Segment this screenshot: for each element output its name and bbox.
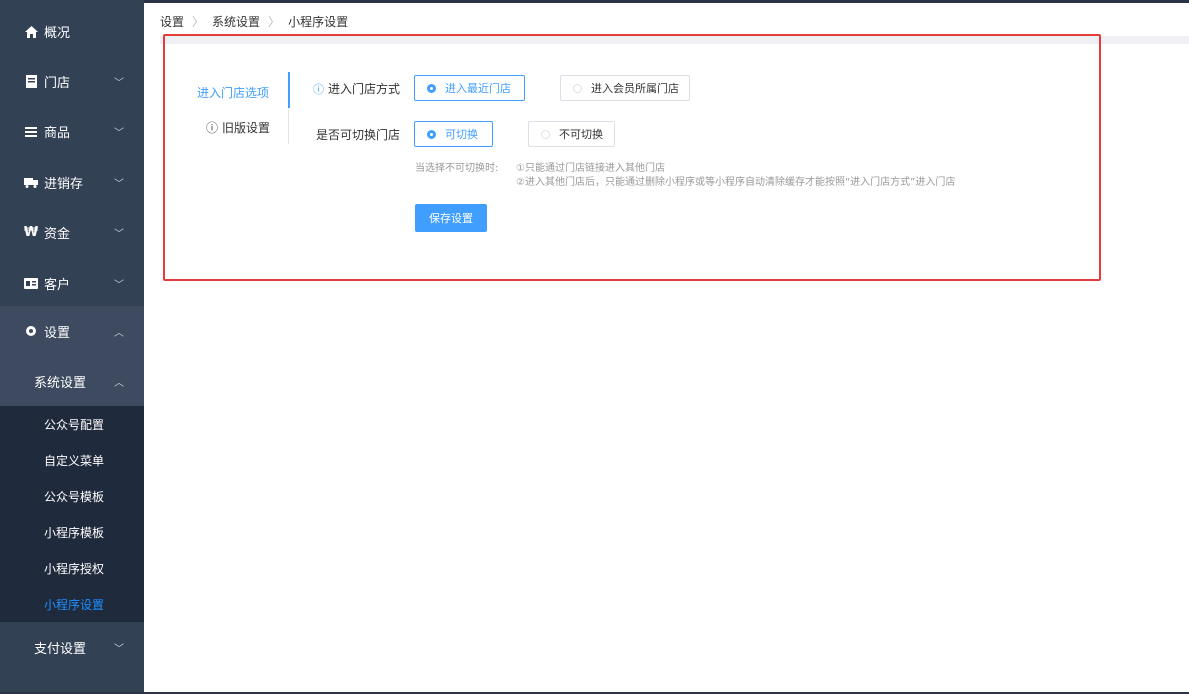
sidebar-item-store[interactable]: 门店 ﹀ [0, 56, 144, 107]
radio-checked-icon [427, 129, 436, 139]
switch-store-label: 是否可切换门店 [316, 128, 401, 142]
radio-unchecked-icon [541, 129, 550, 139]
chevron-down-icon: ﹀ [114, 78, 124, 89]
submenu-item-custom-menu[interactable]: 自定义菜单 [0, 442, 144, 478]
chevron-right-icon: 〉 [192, 15, 205, 29]
hint-line-1: ①只能通过门店链接进入其他门店 [516, 163, 665, 174]
breadcrumb-item[interactable]: 设置 [160, 13, 184, 30]
sidebar-item-label: 进销存 [44, 177, 84, 192]
store-icon [24, 75, 38, 89]
tab-enter-store-options[interactable]: 进入门店选项 [197, 84, 269, 101]
sidebar-item-label: 设置 [44, 325, 71, 341]
won-icon: ₩ [23, 225, 39, 240]
chevron-up-icon: ︿ [114, 327, 124, 339]
tab-old-settings[interactable]: ⓘ 旧版设置 [206, 119, 270, 136]
chevron-down-icon: ﹀ [114, 643, 124, 655]
sidebar-item-customers[interactable]: 客户 ﹀ [0, 258, 144, 309]
sidebar-item-overview[interactable]: 概况 [0, 6, 144, 57]
radio-switchable[interactable]: 可切换 [414, 121, 493, 147]
breadcrumb-item[interactable]: 系统设置 [212, 13, 260, 30]
active-tab-indicator [288, 72, 290, 108]
truck-icon [24, 176, 38, 190]
submenu-item-official-account-template[interactable]: 公众号模板 [0, 478, 144, 514]
chevron-down-icon: ﹀ [114, 128, 124, 139]
hint-prefix: 当选择不可切换时: [415, 163, 499, 174]
submenu-list: 公众号配置 自定义菜单 公众号模板 小程序模板 小程序授权 小程序设置 [0, 406, 144, 622]
chevron-up-icon: ︿ [114, 377, 124, 389]
sidebar-item-label: 支付设置 [34, 641, 87, 657]
sidebar-item-label: 门店 [44, 76, 71, 91]
submenu-item-miniprogram-template[interactable]: 小程序模板 [0, 514, 144, 550]
sidebar-item-label: 客户 [44, 278, 71, 293]
breadcrumb: 设置 〉 系统设置 〉 小程序设置 [160, 13, 348, 30]
home-icon [24, 25, 38, 39]
radio-member-store[interactable]: 进入会员所属门店 [560, 75, 690, 101]
sidebar-item-products[interactable]: 商品 ﹀ [0, 106, 144, 157]
sidebar-item-settings[interactable]: 设置 ︿ [0, 306, 144, 356]
chevron-down-icon: ﹀ [114, 280, 124, 291]
top-edge [0, 0, 1189, 3]
enter-mode-label: ⓘ 进入门店方式 [313, 82, 401, 96]
chevron-down-icon: ﹀ [114, 179, 124, 190]
sidebar-item-inventory[interactable]: 进销存 ﹀ [0, 157, 144, 208]
submenu-title: 系统设置 [34, 375, 87, 391]
submenu-item-miniprogram-auth[interactable]: 小程序授权 [0, 550, 144, 586]
sidebar-item-label: 商品 [44, 126, 71, 141]
info-icon: ⓘ [313, 83, 324, 96]
sidebar-item-payment-settings[interactable]: 支付设置 ﹀ [0, 622, 144, 672]
hint-line-2: ②进入其他门店后，只能通过删除小程序或等小程序自动清除缓存才能按照“进入门店方式… [516, 177, 956, 188]
radio-nearest-store[interactable]: 进入最近门店 [414, 75, 525, 101]
chevron-right-icon: 〉 [268, 15, 281, 29]
sidebar: 概况 门店 ﹀ 商品 ﹀ 进销存 ﹀ ₩ 资金 ﹀ 客户 ﹀ 设置 ︿ 系统设置… [0, 0, 144, 694]
info-icon: ⓘ [206, 121, 219, 135]
list-icon [24, 125, 38, 139]
gear-icon [24, 324, 38, 338]
tab-label: 旧版设置 [222, 121, 271, 135]
radio-checked-icon [427, 83, 436, 93]
save-settings-button[interactable]: 保存设置 [415, 204, 487, 232]
id-card-icon [24, 277, 38, 291]
breadcrumb-item: 小程序设置 [288, 15, 349, 29]
chevron-down-icon: ﹀ [114, 229, 124, 240]
radio-not-switchable[interactable]: 不可切换 [528, 121, 615, 147]
sidebar-item-funds[interactable]: ₩ 资金 ﹀ [0, 207, 144, 258]
submenu-item-official-account-config[interactable]: 公众号配置 [0, 406, 144, 442]
radio-unchecked-icon [573, 83, 582, 93]
submenu-item-miniprogram-settings[interactable]: 小程序设置 [0, 586, 144, 622]
sidebar-item-label: 资金 [44, 227, 71, 242]
sidebar-item-label: 概况 [44, 26, 71, 41]
sidebar-submenu-system-settings[interactable]: 系统设置 ︿ [0, 356, 144, 406]
settings-panel-highlight [163, 34, 1101, 281]
